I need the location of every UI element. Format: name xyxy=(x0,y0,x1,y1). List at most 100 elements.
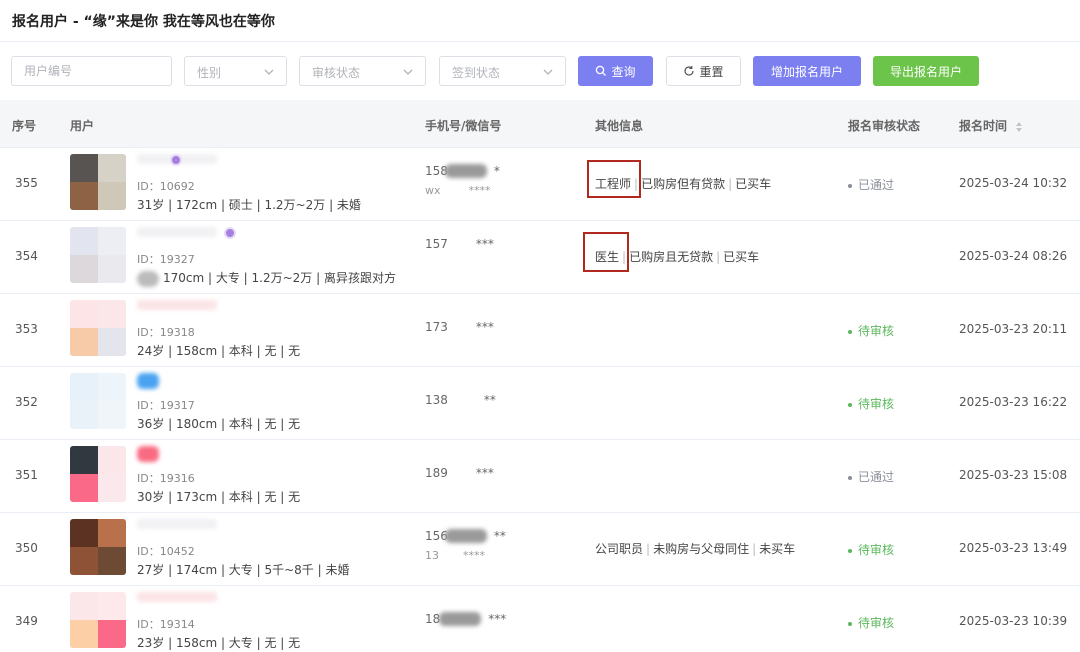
signup-time: 2025-03-23 20:11 xyxy=(959,322,1068,336)
page-title: 报名用户 - “缘”来是你 我在等风也在等你 xyxy=(12,14,275,30)
filter-bar: 性别 审核状态 签到状态 查询 重置 增加报名用户 导出报名用户 xyxy=(0,42,1080,100)
row-seq: 351 xyxy=(15,468,38,482)
avatar[interactable] xyxy=(70,300,126,356)
user-id-field[interactable] xyxy=(11,56,172,86)
column-header-review-status: 报名审核状态 xyxy=(848,119,921,133)
refresh-icon xyxy=(684,66,695,76)
status-badge: 已通过 xyxy=(848,176,894,193)
table-row[interactable]: 355 ID：10692 31岁 | 172cm | 硕士 | 1.2万~2万 … xyxy=(0,148,1080,221)
row-seq: 349 xyxy=(15,614,38,628)
review-status-select-placeholder: 审核状态 xyxy=(312,66,361,80)
annotation-box xyxy=(587,160,641,198)
column-header-phone: 手机号/微信号 xyxy=(425,119,502,133)
car: 已买车 xyxy=(735,177,772,191)
phone-redacted xyxy=(445,529,487,543)
reset-button[interactable]: 重置 xyxy=(666,56,741,86)
signup-time: 2025-03-23 10:39 xyxy=(959,614,1068,628)
table-row[interactable]: 350 ID：10452 27岁 | 174cm | 大专 | 5千~8千 | … xyxy=(0,513,1080,586)
wechat-id: wx **** xyxy=(425,184,491,197)
wechat-prefix: 13 xyxy=(425,549,439,562)
checkin-status-select-placeholder: 签到状态 xyxy=(452,66,501,80)
phone-suffix: *** xyxy=(488,612,507,626)
phone-suffix: *** xyxy=(475,320,494,334)
table-row[interactable]: 354 ID：19327 170cm | 大专 | 1.2万~2万 | 离异孩跟… xyxy=(0,221,1080,294)
sort-icon[interactable] xyxy=(1015,121,1023,133)
user-id: ID：19316 xyxy=(137,472,195,485)
chevron-down-icon xyxy=(403,69,413,75)
table-row[interactable]: 349 ID：19314 23岁 | 158cm | 大专 | 无 | 无 18… xyxy=(0,586,1080,652)
gender-select[interactable]: 性别 xyxy=(184,56,287,86)
user-id: ID：10452 xyxy=(137,545,195,558)
avatar[interactable] xyxy=(70,227,126,283)
chevron-down-icon xyxy=(543,69,553,75)
column-header-seq: 序号 xyxy=(12,119,37,133)
user-details: 23岁 | 158cm | 大专 | 无 | 无 xyxy=(137,636,301,650)
wechat-suffix: **** xyxy=(468,184,491,197)
row-seq: 352 xyxy=(15,395,38,409)
checkin-status-select[interactable]: 签到状态 xyxy=(439,56,566,86)
phone-prefix: 189 xyxy=(425,466,448,480)
user-id-input[interactable] xyxy=(12,57,171,85)
annotation-box xyxy=(583,232,629,272)
wechat-prefix: wx xyxy=(425,184,441,197)
phone-prefix: 138 xyxy=(425,393,448,407)
table-row[interactable]: 353 ID：19318 24岁 | 158cm | 本科 | 无 | 无 17… xyxy=(0,294,1080,367)
user-id: ID：19318 xyxy=(137,326,195,339)
avatar[interactable] xyxy=(70,519,126,575)
add-user-button[interactable]: 增加报名用户 xyxy=(753,56,861,86)
signup-time: 2025-03-23 15:08 xyxy=(959,468,1068,482)
row-seq: 350 xyxy=(15,541,38,555)
user-details: 31岁 | 172cm | 硕士 | 1.2万~2万 | 未婚 xyxy=(137,198,361,212)
status-label: 待审核 xyxy=(858,397,895,411)
phone-redacted xyxy=(445,164,487,178)
phone-prefix: 18 xyxy=(425,612,441,626)
phone-redacted xyxy=(439,612,481,626)
search-button-label: 查询 xyxy=(611,64,636,79)
user-details: 24岁 | 158cm | 本科 | 无 | 无 xyxy=(137,344,301,358)
phone-number: 157 *** xyxy=(425,237,494,251)
phone-suffix: *** xyxy=(475,466,494,480)
row-seq: 354 xyxy=(15,249,38,263)
phone-number: 173 *** xyxy=(425,320,494,334)
housing: 未购房与父母同住 xyxy=(653,542,750,556)
table-row[interactable]: 352 ID：19317 36岁 | 180cm | 本科 | 无 | 无 13… xyxy=(0,367,1080,440)
chevron-down-icon xyxy=(264,69,274,75)
search-button[interactable]: 查询 xyxy=(578,56,653,86)
username-redacted xyxy=(137,300,217,310)
column-header-user: 用户 xyxy=(70,119,95,133)
wechat-id: 13 **** xyxy=(425,549,485,562)
phone-number: 18 *** xyxy=(425,612,506,626)
signup-time-header-label: 报名时间 xyxy=(959,119,1008,133)
username-redacted xyxy=(137,519,217,529)
table-header: 序号 用户 手机号/微信号 其他信息 报名审核状态 报名时间 xyxy=(0,100,1080,148)
phone-number: 189 *** xyxy=(425,466,494,480)
user-id: ID：19327 xyxy=(137,253,195,266)
status-badge: 待审核 xyxy=(848,614,894,631)
status-label: 待审核 xyxy=(858,324,895,338)
avatar[interactable] xyxy=(70,154,126,210)
avatar[interactable] xyxy=(70,373,126,429)
verified-badge-icon xyxy=(224,227,236,239)
other-info: 公司职员 | 未购房与父母同住 | 未买车 xyxy=(595,542,796,556)
user-details-text: 170cm | 大专 | 1.2万~2万 | 离异孩跟对方 xyxy=(163,271,396,285)
avatar[interactable] xyxy=(70,446,126,502)
signup-time: 2025-03-23 13:49 xyxy=(959,541,1068,555)
status-label: 已通过 xyxy=(858,178,895,192)
username-redacted xyxy=(137,446,159,462)
user-details: 30岁 | 173cm | 本科 | 无 | 无 xyxy=(137,490,301,504)
column-header-signup-time[interactable]: 报名时间 xyxy=(959,117,1023,134)
wechat-suffix: **** xyxy=(463,549,485,562)
user-details: 36岁 | 180cm | 本科 | 无 | 无 xyxy=(137,417,301,431)
signup-time: 2025-03-24 10:32 xyxy=(959,176,1068,190)
reset-button-label: 重置 xyxy=(699,64,724,79)
add-user-button-label: 增加报名用户 xyxy=(770,64,843,79)
verified-badge-icon xyxy=(170,154,182,166)
row-seq: 355 xyxy=(15,176,38,190)
export-users-button[interactable]: 导出报名用户 xyxy=(873,56,979,86)
table-row[interactable]: 351 ID：19316 30岁 | 173cm | 本科 | 无 | 无 18… xyxy=(0,440,1080,513)
review-status-select[interactable]: 审核状态 xyxy=(299,56,426,86)
avatar[interactable] xyxy=(70,592,126,648)
user-details: 170cm | 大专 | 1.2万~2万 | 离异孩跟对方 xyxy=(137,269,396,287)
row-seq: 353 xyxy=(15,322,38,336)
gender-select-placeholder: 性别 xyxy=(197,66,222,80)
